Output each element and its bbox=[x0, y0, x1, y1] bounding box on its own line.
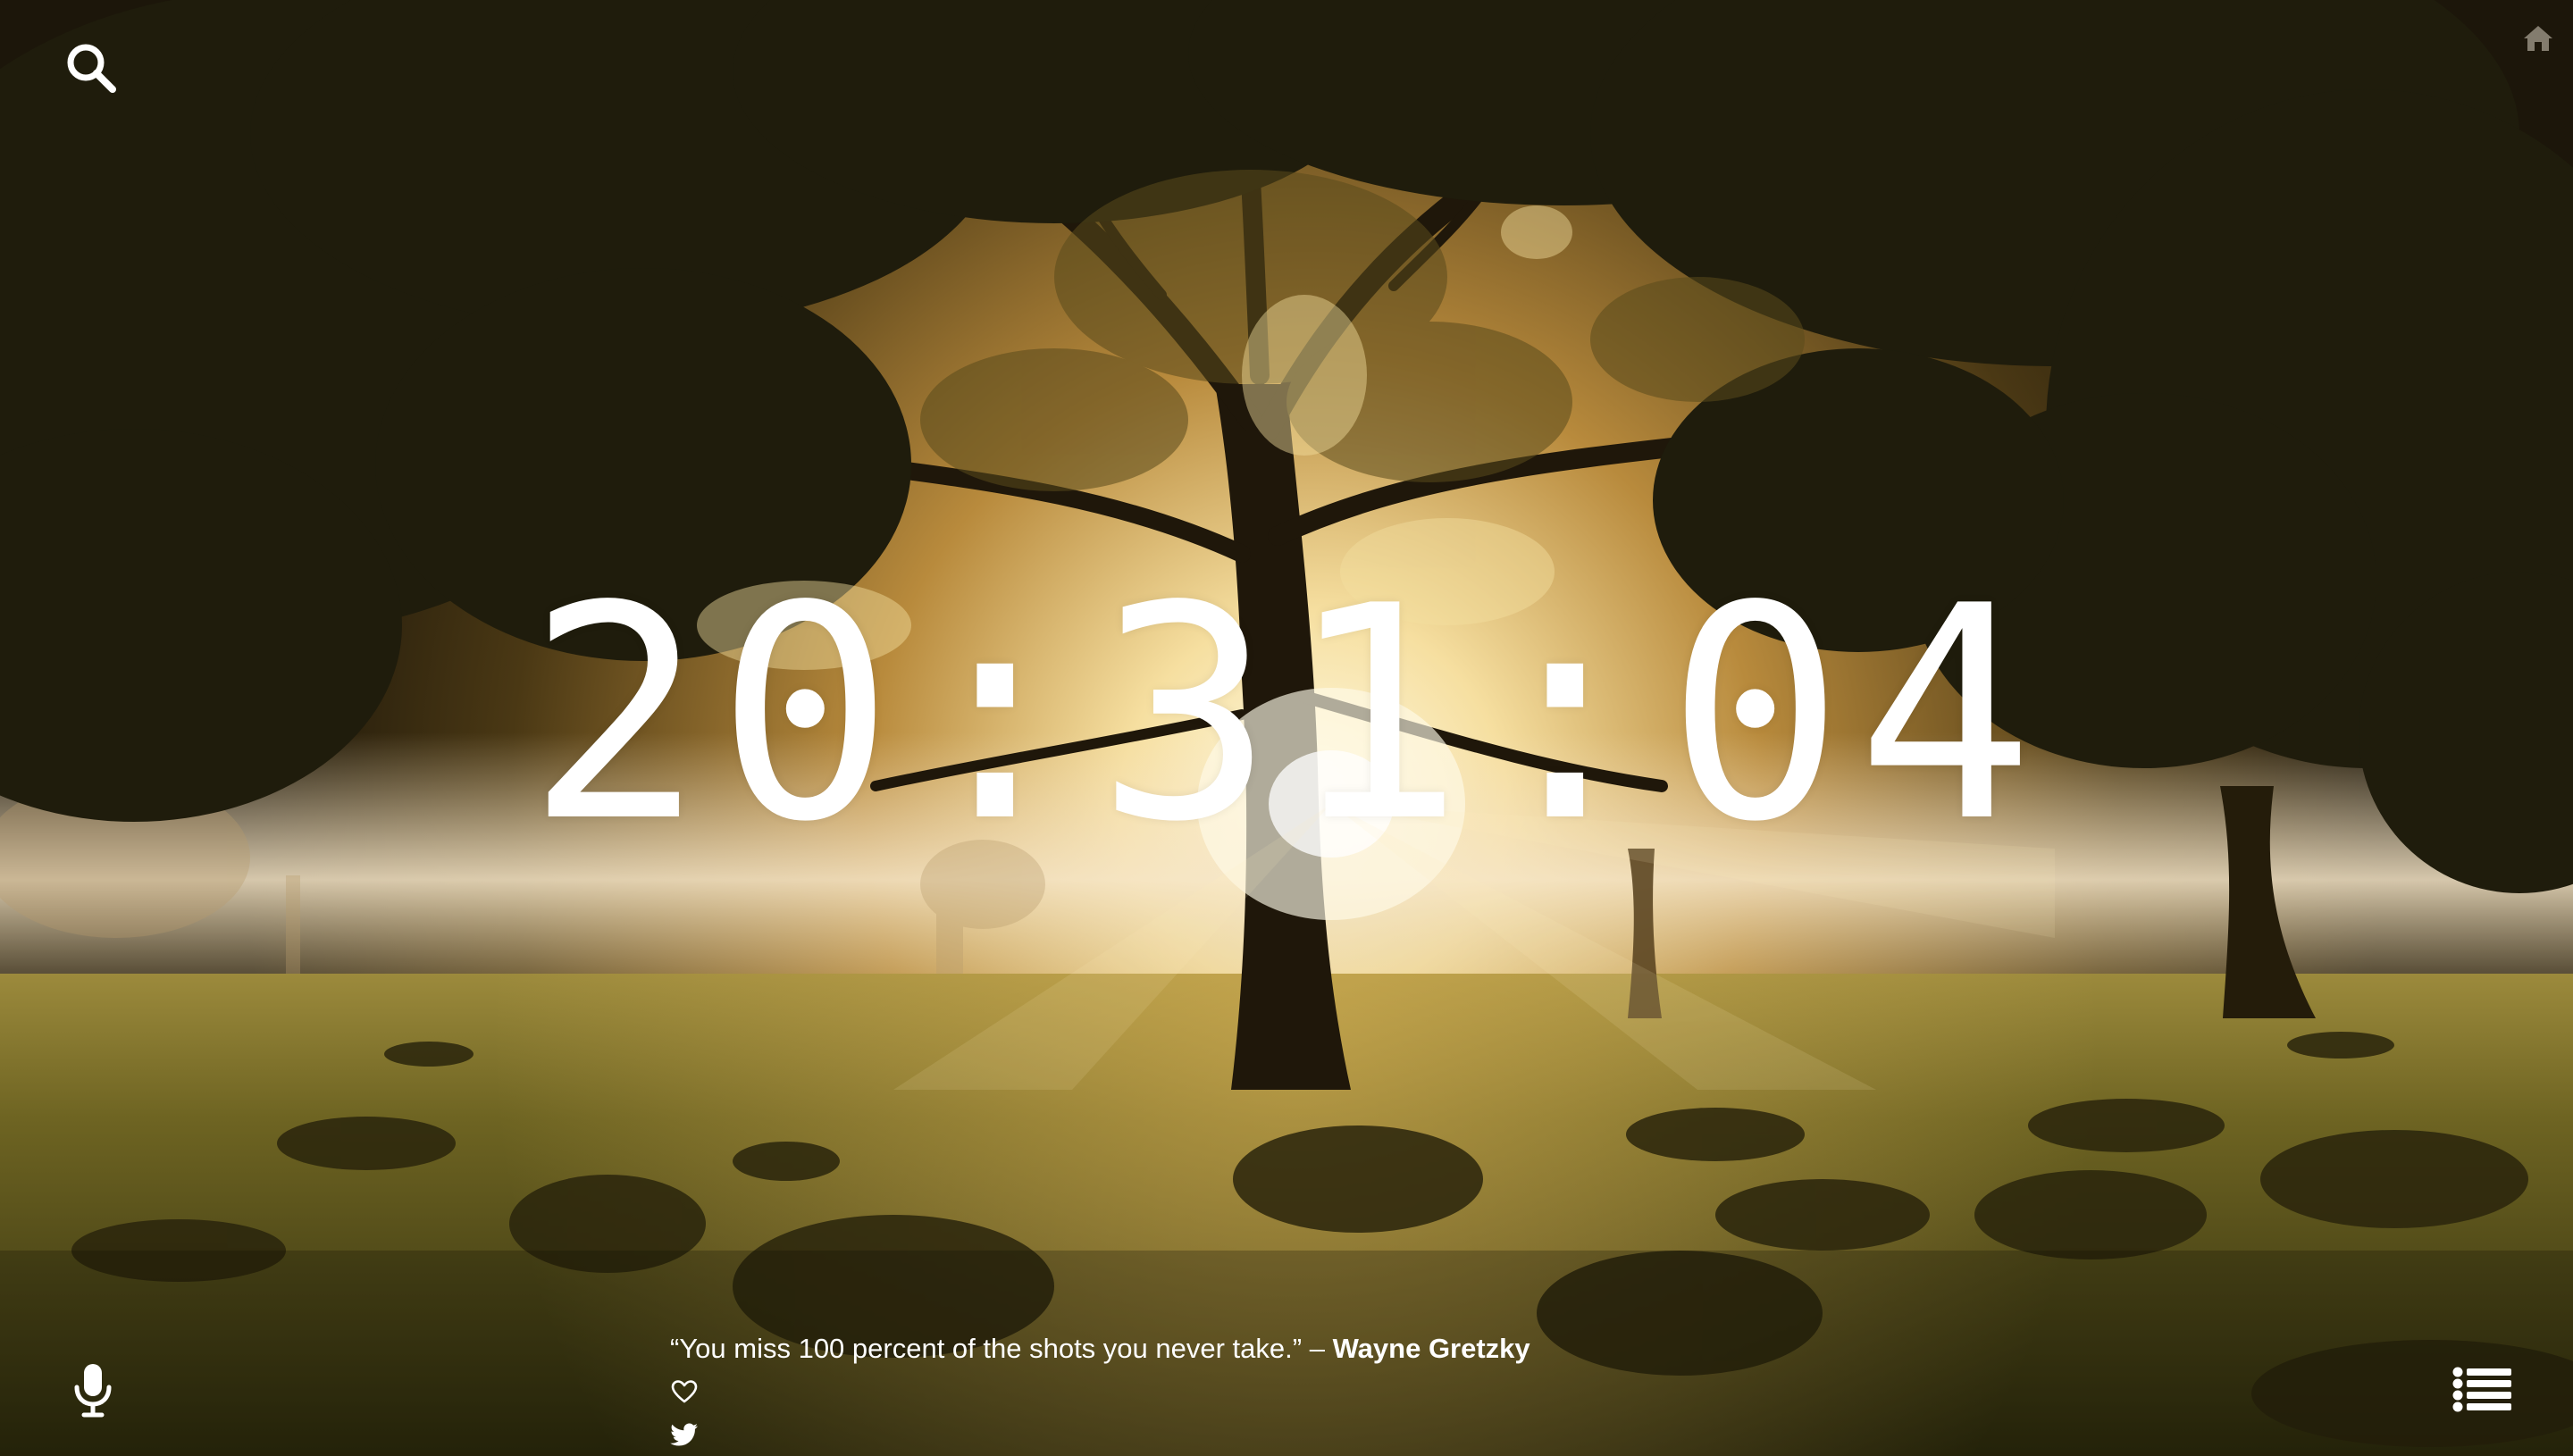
quote: “You miss 100 percent of the shots you n… bbox=[670, 1329, 1530, 1368]
list-icon[interactable] bbox=[2446, 1361, 2518, 1418]
quote-text: “You miss 100 percent of the shots you n… bbox=[670, 1333, 1325, 1364]
microphone-icon[interactable] bbox=[64, 1354, 122, 1426]
clock-time: 20:31:04 bbox=[526, 543, 2047, 886]
heart-icon[interactable] bbox=[668, 1376, 700, 1408]
home-icon[interactable] bbox=[2516, 16, 2560, 61]
twitter-icon[interactable] bbox=[668, 1418, 700, 1451]
new-tab-page: 20:31:04 “You miss 100 percent of the sh… bbox=[0, 0, 2573, 1456]
quote-author: Wayne Gretzky bbox=[1332, 1333, 1530, 1364]
search-icon[interactable] bbox=[55, 32, 127, 104]
